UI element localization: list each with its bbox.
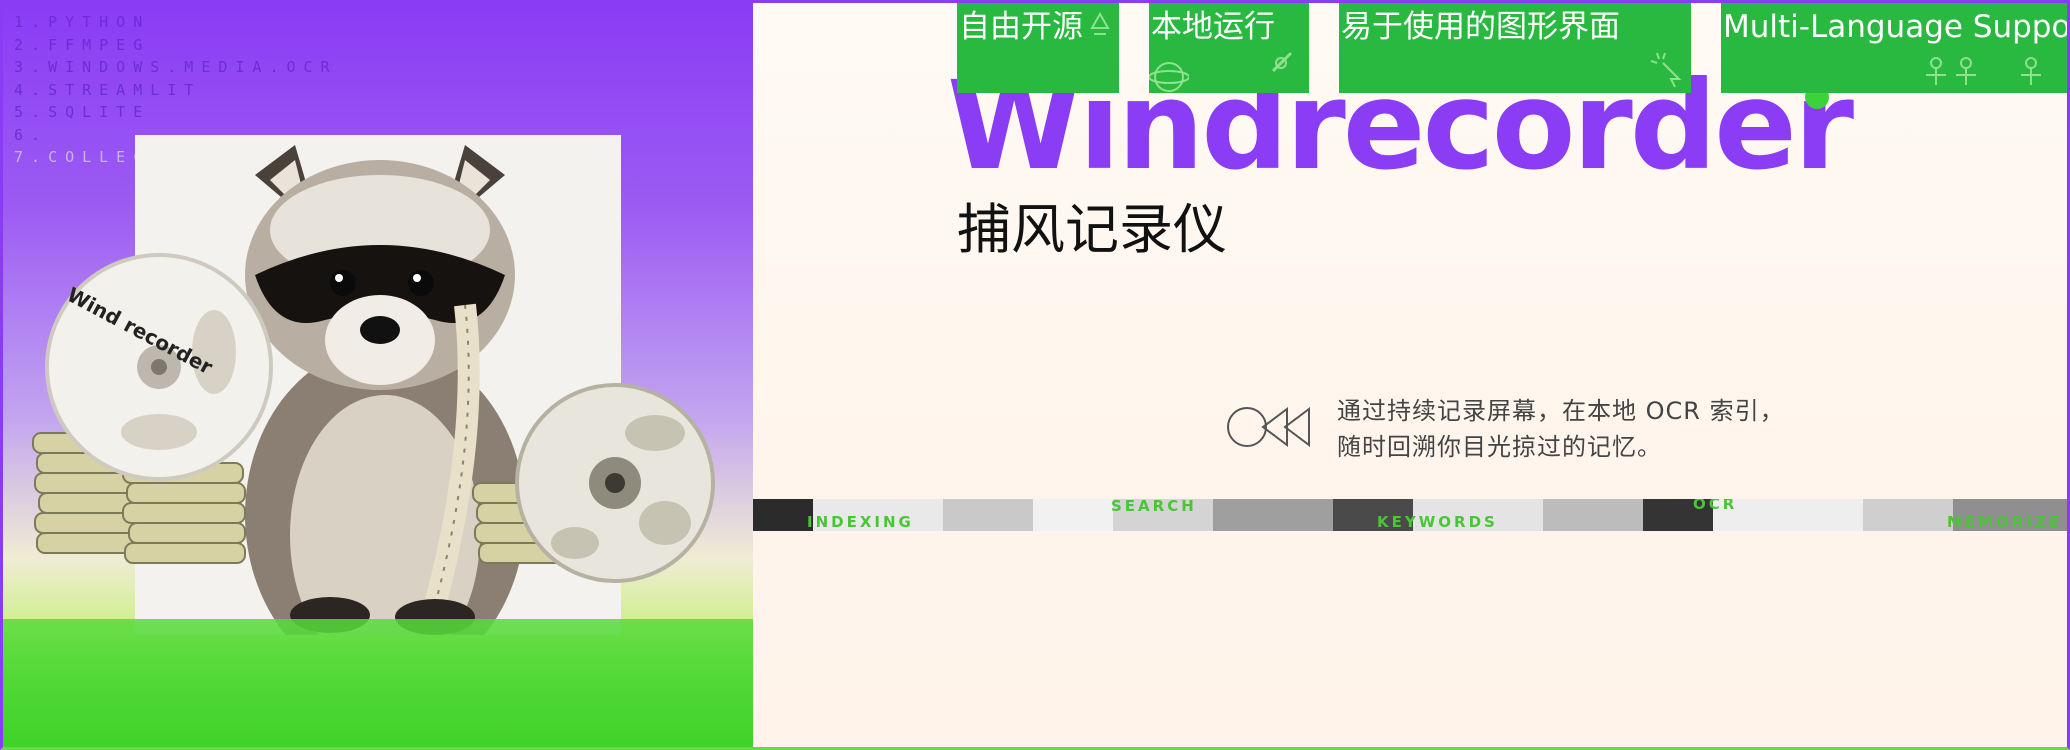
- green-floor: [3, 619, 753, 747]
- strip-word: KEYWORDS: [1377, 513, 1498, 531]
- recycle-icon: [1090, 11, 1110, 35]
- cursor-click-icon: [1650, 52, 1682, 88]
- feature-card-multi-language: Multi-Language Support: [1721, 3, 2070, 93]
- feature-label: 易于使用的图形界面: [1341, 9, 1620, 45]
- feature-card-gui: 易于使用的图形界面: [1339, 3, 1691, 93]
- screenshot-strip: INDEXING SEARCH KEYWORDS OCR MEMORIZE: [753, 499, 2067, 531]
- feature-card-local: 本地运行: [1149, 3, 1309, 93]
- tagline-line-2: 随时回溯你目光掠过的记忆。: [1337, 433, 1662, 461]
- strip-word: OCR: [1693, 499, 1738, 513]
- strip-word: SEARCH: [1111, 499, 1197, 515]
- strip-word: INDEXING: [807, 513, 914, 531]
- film-reel-left: Wind recorder: [45, 253, 273, 481]
- plug-icon: [1271, 51, 1293, 73]
- rewind-icon: [1227, 407, 1310, 447]
- tech-stack-item: 1.PYTHON: [14, 13, 151, 31]
- tech-stack-item: 3.WINDOWS.MEDIA.OCR: [14, 58, 338, 76]
- tech-stack-item: 4.STREAMLIT: [14, 80, 202, 99]
- feature-label: Multi-Language Support: [1723, 9, 2070, 45]
- hero-illustration: 1.PYTHON 2.FFMPEG 3.WINDOWS.MEDIA.OCR 4.…: [3, 3, 753, 747]
- strip-word: MEMORIZE: [1947, 513, 2063, 531]
- banner-page: 1.PYTHON 2.FFMPEG 3.WINDOWS.MEDIA.OCR 4.…: [0, 0, 2070, 750]
- film-reel-right: [515, 383, 715, 583]
- people-icon: [1926, 57, 2041, 85]
- brand-subtitle: 捕风记录仪: [957, 198, 1227, 261]
- tagline: 通过持续记录屏幕，在本地 OCR 索引， 随时回溯你目光掠过的记忆。: [1337, 393, 1785, 465]
- feature-label: 自由开源: [959, 9, 1083, 45]
- feature-label: 本地运行: [1151, 9, 1275, 45]
- planet-icon: [1149, 62, 1189, 92]
- feature-card-open-source: 自由开源: [957, 3, 1119, 93]
- tagline-line-1: 通过持续记录屏幕，在本地 OCR 索引，: [1337, 397, 1785, 425]
- tech-stack-item: 5.SQLITE: [14, 103, 151, 121]
- tech-stack-item: 2.FFMPEG: [14, 35, 151, 54]
